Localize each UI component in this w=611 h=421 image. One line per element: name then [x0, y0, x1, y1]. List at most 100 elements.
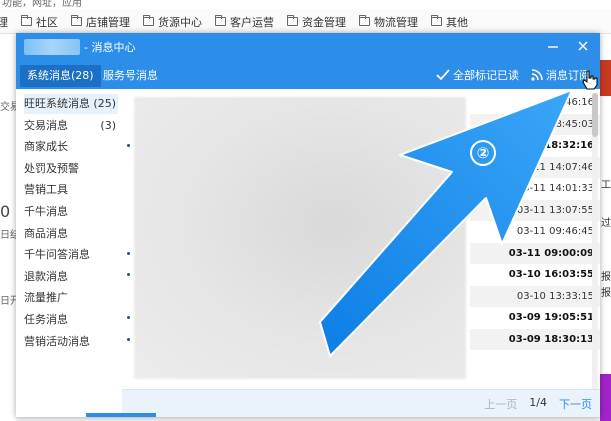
- horizontal-scroll-indicator[interactable]: [86, 413, 156, 417]
- background-nav-item[interactable]: 管理: [0, 14, 8, 30]
- category-label: 处罚及预警: [24, 161, 79, 175]
- category-item[interactable]: 处罚及预警: [24, 159, 118, 179]
- rss-icon: [531, 69, 543, 81]
- message-timestamp: 03-11 09:46:45: [516, 226, 594, 237]
- background-right-panel: 过 工 报 报: [600, 34, 611, 421]
- background-nav-label: 资金管理: [302, 15, 346, 29]
- dialog-title-bar[interactable]: - 消息中心: [16, 33, 600, 61]
- message-row[interactable]: 03-10 13:33:15: [470, 285, 600, 307]
- minimize-icon: [548, 46, 558, 48]
- category-label: 千牛问答消息: [24, 248, 90, 262]
- message-row[interactable]: 03-10 16:03:55: [470, 264, 600, 285]
- category-item[interactable]: 退款消息: [24, 267, 118, 287]
- mark-all-read-label: 全部标记已读: [453, 69, 519, 82]
- background-nav-item[interactable]: 客户运营: [215, 14, 274, 30]
- checkmark-icon: [436, 69, 450, 81]
- category-list: 旺旺系统消息 (25) 交易消息 (3) 商家成长 处罚及预警 营销工具 千牛消息 商品消息 千牛…: [16, 93, 122, 417]
- unread-count: (25): [93, 97, 116, 110]
- background-text-fragment: 0: [0, 202, 11, 221]
- minimize-button[interactable]: [546, 39, 560, 53]
- prev-page-button[interactable]: 上一页: [484, 396, 517, 412]
- background-nav-bar: 管理 社区 店铺管理 货源中心 客户运营 资金管理 物流管理 其他: [0, 10, 611, 34]
- background-nav-item[interactable]: 资金管理: [287, 14, 346, 30]
- category-label: 旺旺系统消息: [24, 97, 90, 110]
- category-label: 交易消息: [24, 118, 68, 132]
- background-text-fragment: 工: [601, 180, 611, 191]
- ad-banner[interactable]: [600, 374, 611, 421]
- message-timestamp: 03-11 14:07:46: [516, 161, 594, 173]
- category-label: 商品消息: [24, 226, 68, 240]
- background-nav-item[interactable]: 店铺管理: [71, 14, 130, 30]
- page-indicator: 1/4: [529, 396, 547, 409]
- folder-icon: [215, 15, 226, 26]
- category-item[interactable]: 千牛消息: [24, 202, 118, 222]
- category-item[interactable]: 商品消息: [24, 224, 118, 244]
- background-nav-item[interactable]: 货源中心: [143, 14, 202, 30]
- background-nav-label: 其他: [446, 15, 468, 29]
- background-text-fragment: 过: [601, 218, 611, 229]
- message-row[interactable]: 12 08:45:03: [470, 113, 600, 135]
- message-row[interactable]: 03-11 09:00:09: [470, 242, 600, 264]
- background-nav-label: 管理: [0, 14, 8, 30]
- blurred-message-content: [134, 97, 466, 379]
- message-timestamp: 03-11 09:00:09: [508, 247, 594, 259]
- category-item[interactable]: 流量推广: [24, 288, 118, 308]
- category-item[interactable]: 旺旺系统消息 (25): [24, 94, 118, 114]
- category-label: 流量推广: [24, 291, 68, 305]
- scrollbar-thumb[interactable]: [592, 93, 598, 137]
- background-nav-label: 客户运营: [230, 15, 274, 29]
- unread-dot: [127, 251, 130, 255]
- unread-dot: [127, 273, 130, 276]
- tab-system-messages[interactable]: 系统消息(28): [20, 65, 101, 87]
- message-timestamp: 03-11 13:07:55: [516, 204, 594, 216]
- message-timestamp: 03-11 18:32:16: [508, 140, 594, 151]
- ad-banner[interactable]: [600, 60, 611, 96]
- background-nav-item[interactable]: 物流管理: [359, 14, 418, 30]
- close-button[interactable]: [576, 39, 590, 53]
- message-row[interactable]: 08:46:16: [470, 92, 600, 113]
- message-timestamp: 03-10 16:03:55: [508, 269, 594, 280]
- background-nav-label: 社区: [36, 15, 58, 29]
- background-nav-item[interactable]: 社区: [21, 14, 58, 30]
- category-item[interactable]: 任务消息: [24, 310, 118, 330]
- tab-service-messages[interactable]: 服务号消息: [96, 65, 165, 87]
- folder-icon: [359, 15, 370, 26]
- next-page-button[interactable]: 下一页: [559, 396, 592, 412]
- category-label: 商家成长: [24, 140, 68, 154]
- category-item[interactable]: 交易消息 (3): [24, 116, 118, 136]
- background-text-fragment: 报: [601, 288, 611, 299]
- message-timestamp: 12 08:45:03: [533, 118, 594, 130]
- message-row[interactable]: 03-09 19:05:51: [470, 307, 600, 328]
- message-footer: 上一页 1/4 下一页: [122, 389, 600, 417]
- message-row[interactable]: 03-11 09:46:45: [470, 221, 600, 242]
- background-nav-label: 物流管理: [374, 15, 418, 29]
- background-text-fragment: 报: [601, 272, 611, 283]
- message-timestamp: 03-09 18:30:13: [508, 333, 594, 345]
- category-label: 退款消息: [24, 269, 68, 283]
- message-row[interactable]: 03-11 13:07:55: [470, 199, 600, 221]
- category-item[interactable]: 商家成长: [24, 137, 118, 157]
- mark-all-read-button[interactable]: 全部标记已读: [436, 67, 519, 83]
- blurred-account-name: [24, 39, 80, 55]
- step-number-badge: ②: [470, 140, 496, 166]
- category-label: 任务消息: [24, 313, 68, 326]
- background-nav-item[interactable]: 其他: [431, 14, 468, 30]
- message-scrollbar[interactable]: [592, 93, 598, 389]
- unread-dot: [127, 144, 130, 147]
- message-timestamp: 03-10 13:33:15: [516, 290, 594, 302]
- message-timestamp: 03-11 14:01:33: [516, 183, 594, 194]
- background-left-panel: 交易 0 日结 日开: [0, 34, 20, 421]
- category-item[interactable]: 营销活动消息: [24, 332, 118, 352]
- message-timestamp: 08:46:16: [549, 97, 594, 108]
- background-nav-label: 店铺管理: [86, 15, 130, 29]
- message-row[interactable]: 03-11 14:01:33: [470, 178, 600, 199]
- message-tab-bar: 系统消息(28) 服务号消息 全部标记已读 消息订阅: [16, 61, 600, 89]
- message-row[interactable]: 03-09 18:30:13: [470, 328, 600, 350]
- category-item[interactable]: 营销工具: [24, 180, 118, 200]
- message-list: 08:46:16 12 08:45:03 03-11 18:32:16 03-11 1…: [122, 89, 600, 389]
- hand-cursor-icon: [582, 70, 598, 93]
- message-center-dialog: - 消息中心 系统消息(28) 服务号消息 全部标记已读 消息订阅 旺旺系统消息…: [16, 33, 600, 417]
- category-item[interactable]: 千牛问答消息: [24, 245, 118, 265]
- category-label: 千牛消息: [24, 205, 68, 218]
- dialog-title: - 消息中心: [84, 41, 136, 54]
